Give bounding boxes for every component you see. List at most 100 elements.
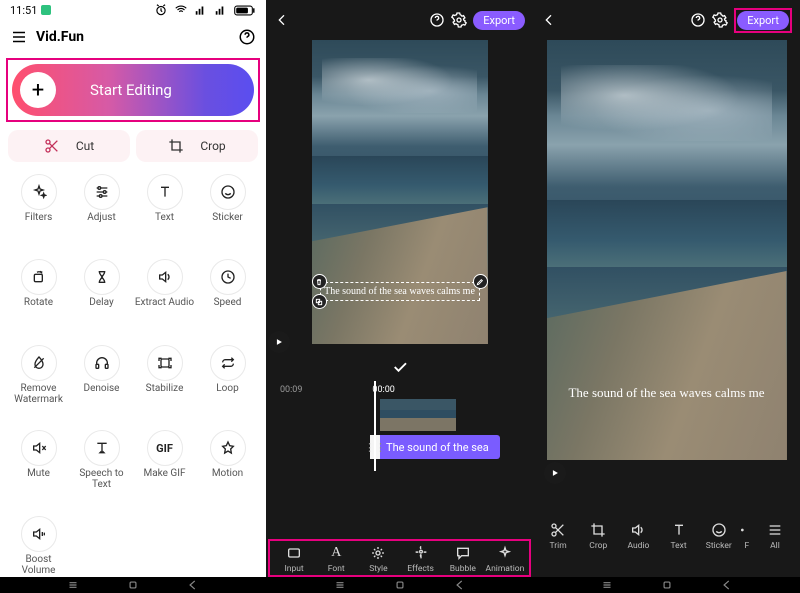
tab-trim[interactable]: Trim [539, 520, 577, 551]
video-preview-large: The sound of the sea waves calms me [547, 40, 787, 460]
tool-mute[interactable]: Mute [8, 426, 69, 498]
sliders-icon [94, 184, 110, 200]
export-highlight: Export [734, 8, 792, 33]
tool-speed[interactable]: Speed [197, 255, 258, 327]
back-icon[interactable] [541, 12, 557, 28]
nav-back-icon[interactable] [453, 578, 467, 592]
alarm-icon [154, 3, 168, 17]
text-icon [157, 184, 173, 200]
start-editing-button[interactable]: + Start Editing [12, 64, 254, 116]
tab-text[interactable]: Text [660, 520, 698, 551]
tool-loop[interactable]: Loop [197, 341, 258, 413]
droplet-icon [31, 355, 47, 371]
nav-recents-icon[interactable] [333, 578, 347, 592]
tab-input[interactable]: Input [274, 543, 314, 574]
hourglass-icon [94, 269, 110, 285]
export-button[interactable]: Export [473, 11, 525, 30]
tool-adjust[interactable]: Adjust [71, 170, 132, 242]
status-time: 11:51 [10, 4, 37, 17]
text-clip-chip[interactable]: ⋮⋮ The sound of the sea [370, 435, 500, 459]
tab-font[interactable]: A Font [316, 543, 356, 574]
tab-f[interactable]: F [740, 520, 754, 551]
text-track[interactable]: ⋮⋮ The sound of the sea [272, 435, 527, 459]
star-icon [220, 440, 236, 456]
play-button[interactable] [268, 331, 290, 353]
nav-recents-icon[interactable] [600, 578, 614, 592]
text-overlay-selected[interactable]: The sound of the sea waves calms me [320, 282, 480, 301]
tab-effects[interactable]: Effects [401, 543, 441, 574]
crop-button[interactable]: Crop [136, 130, 258, 162]
audio-icon [157, 269, 173, 285]
status-icons [151, 3, 256, 17]
timeline[interactable]: 00:09 00:00 ⋮⋮ The sound of the sea [266, 379, 533, 471]
help-icon[interactable] [690, 12, 706, 28]
video-clip[interactable] [380, 399, 456, 431]
video-track[interactable] [272, 399, 527, 431]
gear-icon [370, 545, 386, 561]
sparkle-icon [31, 184, 47, 200]
preview-top-bar: Export [533, 0, 800, 40]
mute-icon [31, 440, 47, 456]
time-label-mid: 00:00 [372, 385, 394, 395]
stabilize-icon [157, 355, 173, 371]
nav-back-icon[interactable] [720, 578, 734, 592]
tool-boost-volume[interactable]: Boost Volume [8, 512, 69, 584]
headphones-icon [94, 355, 110, 371]
tool-text[interactable]: Text [134, 170, 195, 242]
back-icon[interactable] [274, 12, 290, 28]
copy-handle-icon[interactable] [312, 294, 327, 309]
cut-label: Cut [76, 139, 94, 153]
settings-icon[interactable] [451, 12, 467, 28]
crop-icon [590, 522, 606, 538]
tool-motion[interactable]: Motion [197, 426, 258, 498]
keyboard-icon [286, 545, 302, 561]
nav-home-icon[interactable] [126, 578, 140, 592]
playhead[interactable] [374, 381, 376, 471]
smile-icon [711, 522, 727, 538]
tool-grid: Filters Adjust Text Sticker Rotate Delay [0, 164, 266, 593]
confirm-button[interactable] [266, 355, 533, 379]
edit-handle-icon[interactable] [473, 274, 488, 289]
editor-preview: The sound of the sea waves calms me [266, 40, 533, 355]
tool-delay[interactable]: Delay [71, 255, 132, 327]
nav-back-icon[interactable] [186, 578, 200, 592]
play-button[interactable] [544, 462, 566, 484]
audio-icon [630, 522, 646, 538]
tool-filters[interactable]: Filters [8, 170, 69, 242]
cut-button[interactable]: Cut [8, 130, 130, 162]
smile-icon [220, 184, 236, 200]
tool-extract-audio[interactable]: Extract Audio [134, 255, 195, 327]
tab-style[interactable]: Style [358, 543, 398, 574]
export-button[interactable]: Export [737, 11, 789, 30]
nav-recents-icon[interactable] [66, 578, 80, 592]
help-icon[interactable] [429, 12, 445, 28]
font-icon: A [331, 545, 341, 561]
tool-remove-watermark[interactable]: Remove Watermark [8, 341, 69, 413]
signal-icon-2 [214, 3, 228, 17]
nav-home-icon[interactable] [393, 578, 407, 592]
tool-make-gif[interactable]: GIF Make GIF [134, 426, 195, 498]
nav-home-icon[interactable] [660, 578, 674, 592]
tab-audio[interactable]: Audio [619, 520, 657, 551]
tab-all[interactable]: All [756, 520, 794, 551]
menu-icon[interactable] [10, 28, 28, 46]
scissors-icon [550, 522, 566, 538]
crop-label: Crop [200, 139, 225, 153]
scissors-icon [44, 138, 60, 154]
settings-icon[interactable] [712, 12, 728, 28]
tool-speech-to-text[interactable]: Speech to Text [71, 426, 132, 498]
tool-sticker[interactable]: Sticker [197, 170, 258, 242]
tab-bubble[interactable]: Bubble [443, 543, 483, 574]
tab-sticker[interactable]: Sticker [700, 520, 738, 551]
start-editing-label: Start Editing [90, 81, 172, 99]
speed-icon [220, 269, 236, 285]
battery-icon [234, 5, 256, 16]
tool-stabilize[interactable]: Stabilize [134, 341, 195, 413]
tool-denoise[interactable]: Denoise [71, 341, 132, 413]
delete-handle-icon[interactable] [312, 274, 327, 289]
overlay-caption: The sound of the sea waves calms me [547, 385, 787, 401]
tool-rotate[interactable]: Rotate [8, 255, 69, 327]
help-icon[interactable] [238, 28, 256, 46]
tab-crop[interactable]: Crop [579, 520, 617, 551]
tab-animation[interactable]: Animation [485, 543, 525, 574]
